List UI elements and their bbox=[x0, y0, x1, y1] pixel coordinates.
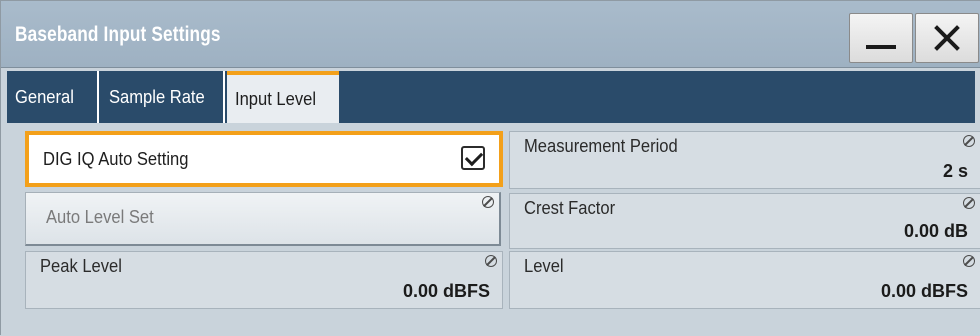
input-level-panel: DIG IQ Auto Setting Auto Level Set Peak … bbox=[1, 123, 980, 336]
tab-label: General bbox=[15, 86, 74, 107]
measurement-period-field: Measurement Period 2 s bbox=[509, 131, 980, 189]
tab-strip: General Sample Rate Input Level bbox=[1, 68, 980, 123]
measurement-period-value: 2 s bbox=[942, 161, 968, 181]
read-only-icon bbox=[963, 197, 975, 209]
measurement-period-label: Measurement Period bbox=[524, 136, 678, 156]
level-field: Level 0.00 dBFS bbox=[509, 251, 980, 309]
minimize-button[interactable] bbox=[849, 13, 913, 63]
read-only-icon bbox=[485, 255, 497, 267]
tab-input-level[interactable]: Input Level bbox=[227, 71, 339, 123]
baseband-input-settings-dialog: Baseband Input Settings General Sample R… bbox=[0, 0, 980, 336]
read-only-icon bbox=[482, 196, 494, 208]
peak-level-field: Peak Level 0.00 dBFS bbox=[25, 251, 503, 309]
crest-factor-label: Crest Factor bbox=[524, 198, 616, 218]
title-bar[interactable]: Baseband Input Settings bbox=[1, 1, 980, 68]
dig-iq-auto-setting-checkbox[interactable] bbox=[461, 146, 485, 170]
crest-factor-value: 0.00 dB bbox=[903, 221, 968, 241]
dig-iq-auto-setting[interactable]: DIG IQ Auto Setting bbox=[25, 131, 503, 187]
tab-label: Input Level bbox=[235, 88, 317, 109]
read-only-icon bbox=[963, 255, 975, 267]
dig-iq-auto-setting-label: DIG IQ Auto Setting bbox=[43, 149, 189, 169]
level-label: Level bbox=[524, 256, 564, 276]
tab-general[interactable]: General bbox=[7, 71, 99, 123]
dialog-title: Baseband Input Settings bbox=[15, 23, 221, 46]
auto-level-set-label: Auto Level Set bbox=[46, 207, 154, 227]
tab-sample-rate[interactable]: Sample Rate bbox=[101, 71, 225, 123]
read-only-icon bbox=[963, 135, 975, 147]
auto-level-set-button[interactable]: Auto Level Set bbox=[25, 192, 501, 246]
peak-level-label: Peak Level bbox=[40, 256, 122, 276]
tab-label: Sample Rate bbox=[109, 86, 205, 107]
close-icon bbox=[934, 25, 960, 51]
tab-bar: General Sample Rate Input Level bbox=[7, 71, 975, 123]
peak-level-value: 0.00 dBFS bbox=[402, 281, 490, 301]
crest-factor-field: Crest Factor 0.00 dB bbox=[509, 193, 980, 249]
level-value: 0.00 dBFS bbox=[880, 281, 968, 301]
minimize-icon bbox=[866, 45, 896, 49]
close-button[interactable] bbox=[915, 13, 979, 63]
